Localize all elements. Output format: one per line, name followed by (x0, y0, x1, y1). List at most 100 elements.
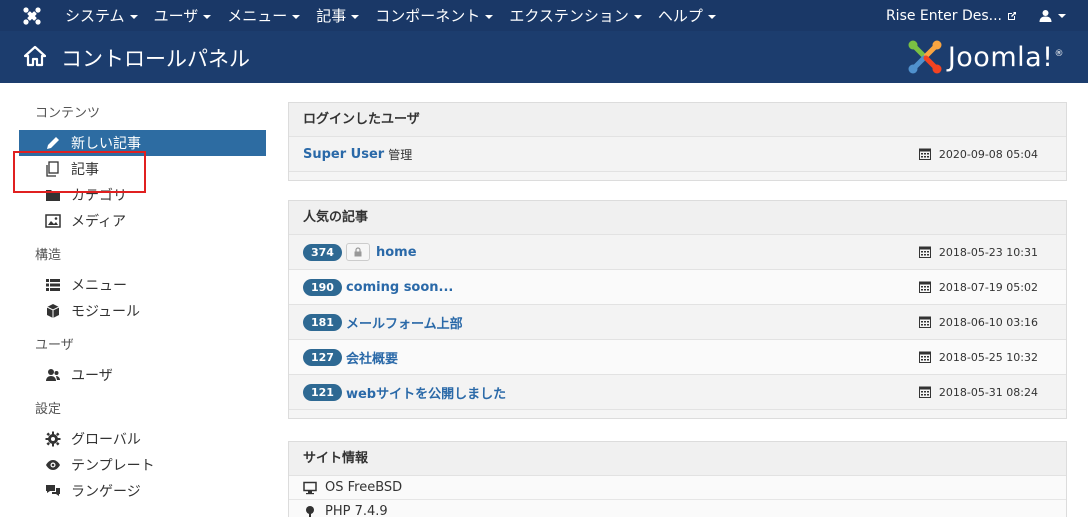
gear-icon (45, 431, 61, 447)
sidebar-section-title: 構造 (35, 248, 62, 263)
hits-badge: 127 (303, 348, 342, 366)
popular-articles-panel: 人気の記事 374 home 2018-05-23 10:31 190 coming s… (288, 200, 1067, 419)
chevron-down-icon (351, 14, 360, 19)
copy-icon (45, 161, 61, 177)
article-link[interactable]: coming soon... (346, 280, 453, 295)
panel-title: 人気の記事 (289, 201, 1066, 235)
joomla-logo-icon (908, 40, 942, 74)
menu-label: メニュー (227, 7, 288, 25)
menu-label: ヘルプ (657, 7, 703, 25)
article-date: 2018-06-10 03:16 (938, 315, 1038, 329)
sidebar-item[interactable]: ランゲージ (19, 478, 266, 504)
sidebar-section-title: 設定 (35, 402, 62, 417)
monitor-icon (303, 481, 317, 495)
calendar-icon (918, 316, 931, 328)
user-icon (1039, 10, 1052, 22)
home-icon (24, 45, 46, 67)
list-icon (45, 277, 61, 293)
top-menu: システム ユーザ メニュー 記事 コンポーネント エクステンション ヘルプ (57, 0, 724, 31)
calendar-icon (918, 351, 931, 363)
sidebar-item[interactable]: 新しい記事 (19, 130, 266, 156)
site-info-label: PHP 7.4.9 (325, 504, 388, 517)
top-menu-item[interactable]: コンポーネント (367, 0, 501, 31)
pencil-icon (45, 135, 61, 151)
article-link[interactable]: メールフォーム上部 (346, 313, 463, 332)
user-menu[interactable] (1039, 9, 1088, 22)
panel-title: サイト情報 (289, 442, 1066, 476)
sidebar-item[interactable]: グローバル (19, 426, 266, 452)
sidebar-item[interactable]: メディア (19, 208, 266, 234)
site-info-row: OS FreeBSD (289, 476, 1066, 500)
menu-label: 記事 (316, 7, 347, 25)
top-menu-item[interactable]: ヘルプ (650, 0, 724, 31)
top-menu-item[interactable]: ユーザ (146, 0, 220, 31)
users-icon (45, 367, 61, 383)
popular-article-row: 181 メールフォーム上部 2018-06-10 03:16 (289, 305, 1066, 340)
lock-icon (345, 243, 370, 261)
sidebar-item[interactable]: メニュー (19, 272, 266, 298)
popular-article-row: 121 webサイトを公開しました 2018-05-31 08:24 (289, 375, 1066, 410)
external-link-icon (1008, 11, 1016, 20)
chevron-down-icon (1058, 13, 1066, 18)
site-link[interactable]: Rise Enter Des... (886, 8, 1039, 24)
top-menu-item[interactable]: エクステンション (501, 0, 650, 31)
brand-text: Joomla!® (947, 41, 1064, 73)
chevron-down-icon (292, 14, 301, 19)
sidebar-section-title: コンテンツ (35, 106, 101, 121)
eye-icon (45, 457, 61, 473)
calendar-icon (918, 386, 931, 398)
site-info-row: PHP 7.4.9 (289, 500, 1066, 517)
top-menu-item[interactable]: システム (57, 0, 146, 31)
logged-user-row: Super User 管理 2020-09-08 05:04 (289, 137, 1066, 172)
sidebar-item[interactable]: モジュール (19, 298, 266, 324)
page-title: コントロールパネル (61, 47, 250, 71)
comments-icon (45, 483, 61, 499)
joomla-brand: Joomla!® (906, 38, 1064, 76)
calendar-icon (918, 246, 931, 258)
top-menu-item[interactable]: 記事 (308, 0, 367, 31)
popular-article-row: 127 会社概要 2018-05-25 10:32 (289, 340, 1066, 375)
cube-icon (45, 303, 61, 319)
top-right: Rise Enter Des... (886, 0, 1088, 31)
sidebar-item-label: メニュー (71, 278, 127, 294)
chevron-down-icon (485, 14, 494, 19)
article-date: 2018-07-19 05:02 (938, 280, 1038, 294)
site-name: Rise Enter Des... (885, 7, 1002, 24)
page-header: コントロールパネル Joomla!® (0, 31, 1088, 83)
chevron-down-icon (633, 14, 642, 19)
chevron-down-icon (203, 14, 212, 19)
hits-badge: 190 (303, 278, 342, 296)
key-icon (303, 505, 317, 517)
logged-in-users-panel: ログインしたユーザ Super User 管理 2020-09-08 05:04 (288, 102, 1067, 181)
folder-icon (45, 187, 61, 203)
chevron-down-icon (707, 14, 716, 19)
joomla-icon[interactable] (22, 6, 42, 26)
top-menu-item[interactable]: メニュー (219, 0, 308, 31)
article-date: 2018-05-25 10:32 (938, 350, 1038, 364)
sidebar-item-label: グローバル (71, 432, 141, 448)
article-link[interactable]: home (376, 245, 417, 260)
user-link[interactable]: Super User (303, 147, 384, 162)
site-info-label: OS FreeBSD (325, 480, 403, 495)
sidebar-item-label: モジュール (71, 304, 141, 320)
hits-badge: 374 (303, 243, 342, 261)
sidebar-item[interactable]: 記事 (19, 156, 266, 182)
sidebar-item[interactable]: カテゴリ (19, 182, 266, 208)
popular-article-row: 190 coming soon... 2018-07-19 05:02 (289, 270, 1066, 305)
menu-label: コンポーネント (375, 7, 481, 25)
popular-article-row: 374 home 2018-05-23 10:31 (289, 235, 1066, 270)
hits-badge: 121 (303, 383, 342, 401)
sidebar-section-title: ユーザ (35, 338, 74, 353)
sidebar-item-label: 新しい記事 (71, 136, 141, 152)
sidebar-item[interactable]: テンプレート (19, 452, 266, 478)
top-menubar: システム ユーザ メニュー 記事 コンポーネント エクステンション ヘルプ Rise Ent… (0, 0, 1088, 31)
article-link[interactable]: 会社概要 (346, 348, 398, 367)
article-link[interactable]: webサイトを公開しました (346, 383, 506, 402)
menu-label: ユーザ (153, 7, 199, 25)
sidebar-item[interactable]: ユーザ (19, 362, 266, 388)
calendar-icon (918, 281, 931, 293)
image-icon (45, 213, 61, 229)
sidebar-item-label: ランゲージ (71, 484, 141, 500)
sidebar-item-label: メディア (71, 214, 127, 230)
hits-badge: 181 (303, 313, 342, 331)
